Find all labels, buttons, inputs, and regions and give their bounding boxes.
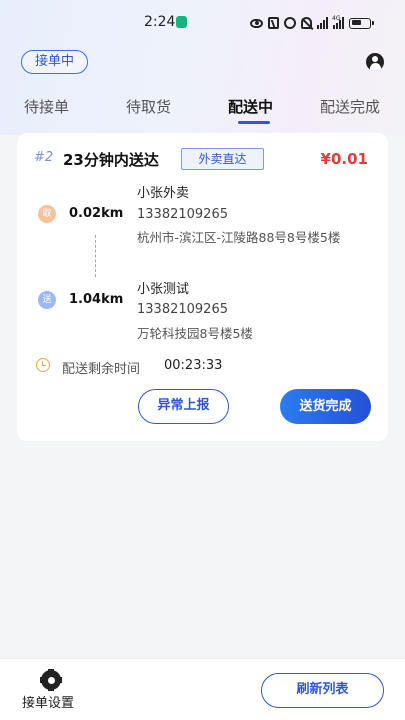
active-tab-indicator <box>238 121 270 124</box>
order-fee: ¥0.01 <box>320 150 368 168</box>
pickup-distance: 0.02km <box>69 206 124 221</box>
status-time: 2:24 <box>144 14 176 30</box>
route-connector <box>95 235 96 277</box>
tab-pending-pickup[interactable]: 待取货 <box>126 96 171 117</box>
remaining-time-label: 配送剩余时间 <box>62 362 141 377</box>
pickup-name: 小张外卖 <box>137 186 190 201</box>
user-profile-icon[interactable] <box>366 53 384 71</box>
delivery-deadline: 23分钟内送达 <box>63 151 159 169</box>
clock-icon <box>36 358 50 372</box>
pickup-address: 杭州市-滨江区-江陵路88号8号楼5楼 <box>137 230 341 245</box>
mute-icon <box>301 17 312 29</box>
nfc-icon <box>268 17 279 29</box>
dropoff-address: 万轮科技园8号楼5楼 <box>137 326 253 341</box>
pickup-phone[interactable]: 13382109265 <box>137 207 228 222</box>
dropoff-phone[interactable]: 13382109265 <box>137 302 228 317</box>
signal-icon <box>317 17 328 29</box>
alarm-icon <box>284 17 296 29</box>
tab-delivered[interactable]: 配送完成 <box>320 96 380 117</box>
gear-icon <box>40 672 62 688</box>
status-icons: 4G <box>250 14 374 32</box>
order-type-tag: 外卖直达 <box>181 148 264 170</box>
dropoff-badge: 送 <box>38 291 56 309</box>
bottom-bar: 接单设置 刷新列表 <box>0 658 405 720</box>
delivery-complete-button[interactable]: 送货完成 <box>280 389 371 424</box>
settings-label: 接单设置 <box>22 696 75 711</box>
remaining-time-value: 00:23:33 <box>164 358 223 373</box>
network-type-label: 4G <box>332 15 341 22</box>
accepting-status-badge[interactable]: 接单中 <box>21 50 88 74</box>
report-exception-button[interactable]: 异常上报 <box>138 389 229 424</box>
signal-4g-icon: 4G <box>332 15 344 29</box>
order-card[interactable]: #2 23分钟内送达 外卖直达 ¥0.01 取 0.02km 小张外卖 1338… <box>17 133 388 441</box>
tab-delivering[interactable]: 配送中 <box>228 96 273 117</box>
eye-icon <box>250 18 263 28</box>
tab-pending-accept[interactable]: 待接单 <box>24 96 69 117</box>
pickup-badge: 取 <box>38 205 56 223</box>
refresh-list-button[interactable]: 刷新列表 <box>261 673 384 708</box>
dropoff-name: 小张测试 <box>137 282 190 297</box>
order-tabs: 待接单 待取货 配送中 配送完成 <box>0 92 405 128</box>
app-notification-icon <box>176 16 187 28</box>
battery-icon <box>349 17 374 29</box>
dropoff-distance: 1.04km <box>69 292 124 307</box>
status-bar: 2:24 4G <box>0 0 405 46</box>
order-number: #2 <box>34 150 54 165</box>
